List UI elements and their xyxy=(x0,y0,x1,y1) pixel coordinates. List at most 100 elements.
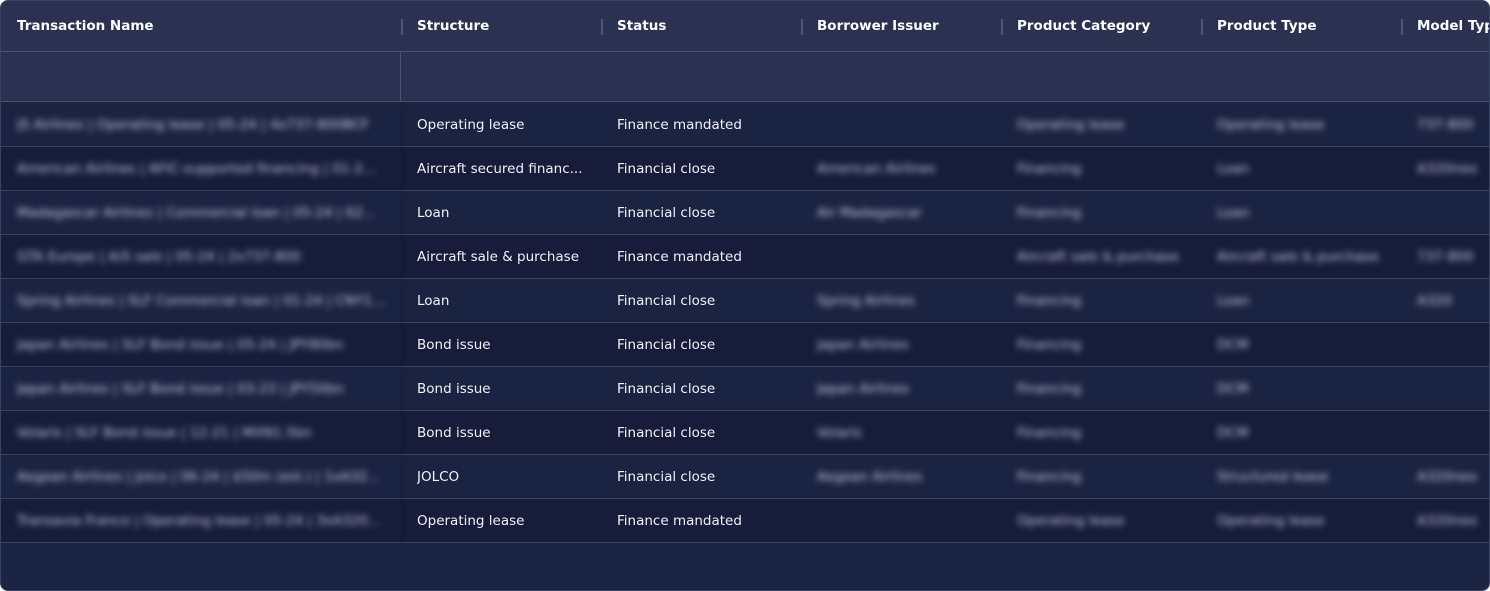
table-row[interactable]: Aegean Airlines | Jolco | 06-24 | $50m (… xyxy=(1,455,1489,499)
cell-model-type[interactable] xyxy=(1401,411,1489,454)
cell-borrower-issuer[interactable] xyxy=(801,499,1001,542)
cell-transaction-name[interactable]: GTA Europe | A/S sale | 05-24 | 2x737-80… xyxy=(1,235,401,278)
column-header-borrower-issuer[interactable]: Borrower Issuer xyxy=(801,1,1001,51)
cell-product-category[interactable]: Financing xyxy=(1001,147,1201,190)
cell-model-type[interactable]: 737-800 xyxy=(1401,235,1489,278)
cell-product-category[interactable]: Aircraft sale & purchase xyxy=(1001,235,1201,278)
column-header-transaction-name[interactable]: Transaction Name xyxy=(1,1,401,51)
column-resize-handle[interactable] xyxy=(401,19,403,35)
cell-status[interactable]: Finance mandated xyxy=(601,499,801,542)
cell-borrower-issuer[interactable]: Japan Airlines xyxy=(801,323,1001,366)
cell-status[interactable]: Finance mandated xyxy=(601,235,801,278)
cell-transaction-name[interactable]: Aegean Airlines | Jolco | 06-24 | $50m (… xyxy=(1,455,401,498)
filter-cell-transaction-name[interactable] xyxy=(1,52,401,101)
cell-product-type[interactable]: DCM xyxy=(1201,367,1401,410)
cell-borrower-issuer[interactable]: Air Madagascar xyxy=(801,191,1001,234)
cell-structure[interactable]: JOLCO xyxy=(401,455,601,498)
cell-product-category[interactable]: Operating lease xyxy=(1001,499,1201,542)
cell-model-type[interactable] xyxy=(1401,323,1489,366)
cell-product-type[interactable]: Operating lease xyxy=(1201,499,1401,542)
cell-structure[interactable]: Bond issue xyxy=(401,411,601,454)
cell-status[interactable]: Financial close xyxy=(601,455,801,498)
filter-cell-borrower-issuer[interactable] xyxy=(801,52,1001,101)
cell-structure[interactable]: Aircraft sale & purchase xyxy=(401,235,601,278)
cell-status[interactable]: Financial close xyxy=(601,367,801,410)
cell-product-type[interactable]: DCM xyxy=(1201,323,1401,366)
table-row[interactable]: Transavia France | Operating lease | 05-… xyxy=(1,499,1489,543)
cell-status[interactable]: Financial close xyxy=(601,279,801,322)
filter-cell-structure[interactable] xyxy=(401,52,601,101)
table-row[interactable]: Madagascar Airlines | Commercial loan | … xyxy=(1,191,1489,235)
cell-model-type[interactable] xyxy=(1401,367,1489,410)
column-header-structure[interactable]: Structure xyxy=(401,1,601,51)
column-resize-handle[interactable] xyxy=(1401,19,1403,35)
cell-product-type[interactable]: Aircraft sale & purchase xyxy=(1201,235,1401,278)
table-row[interactable]: Japan Airlines | SLF Bond issue | 03-23 … xyxy=(1,367,1489,411)
cell-product-type[interactable]: Operating lease xyxy=(1201,103,1401,146)
cell-structure[interactable]: Bond issue xyxy=(401,367,601,410)
cell-structure[interactable]: Aircraft secured financ... xyxy=(401,147,601,190)
cell-product-type[interactable]: Loan xyxy=(1201,279,1401,322)
cell-product-category[interactable]: Financing xyxy=(1001,279,1201,322)
table-row[interactable]: Volaris | SLF Bond issue | 12-21 | MXN1.… xyxy=(1,411,1489,455)
column-resize-handle[interactable] xyxy=(801,19,803,35)
cell-model-type[interactable]: A320neo xyxy=(1401,147,1489,190)
table-row[interactable]: Japan Airlines | SLF Bond issue | 05-24 … xyxy=(1,323,1489,367)
cell-status[interactable]: Financial close xyxy=(601,323,801,366)
cell-transaction-name[interactable]: Volaris | SLF Bond issue | 12-21 | MXN1.… xyxy=(1,411,401,454)
cell-status[interactable]: Financial close xyxy=(601,191,801,234)
cell-product-category[interactable]: Financing xyxy=(1001,323,1201,366)
cell-status[interactable]: Financial close xyxy=(601,411,801,454)
table-row[interactable]: American Airlines | AFIC-supported finan… xyxy=(1,147,1489,191)
column-resize-handle[interactable] xyxy=(1201,19,1203,35)
cell-product-type[interactable]: Loan xyxy=(1201,191,1401,234)
cell-borrower-issuer[interactable]: American Airlines xyxy=(801,147,1001,190)
cell-structure[interactable]: Operating lease xyxy=(401,103,601,146)
cell-borrower-issuer[interactable]: Japan Airlines xyxy=(801,367,1001,410)
column-header-product-type[interactable]: Product Type xyxy=(1201,1,1401,51)
cell-structure[interactable]: Bond issue xyxy=(401,323,601,366)
cell-model-type[interactable] xyxy=(1401,191,1489,234)
cell-product-type[interactable]: Loan xyxy=(1201,147,1401,190)
cell-transaction-name[interactable]: Transavia France | Operating lease | 05-… xyxy=(1,499,401,542)
cell-model-type[interactable]: A320 xyxy=(1401,279,1489,322)
cell-borrower-issuer[interactable]: Spring Airlines xyxy=(801,279,1001,322)
cell-structure[interactable]: Operating lease xyxy=(401,499,601,542)
cell-borrower-issuer[interactable] xyxy=(801,235,1001,278)
table-row[interactable]: GTA Europe | A/S sale | 05-24 | 2x737-80… xyxy=(1,235,1489,279)
cell-product-category[interactable]: Financing xyxy=(1001,411,1201,454)
filter-cell-status[interactable] xyxy=(601,52,801,101)
cell-transaction-name[interactable]: Japan Airlines | SLF Bond issue | 03-23 … xyxy=(1,367,401,410)
cell-product-category[interactable]: Operating lease xyxy=(1001,103,1201,146)
cell-product-type[interactable]: DCM xyxy=(1201,411,1401,454)
cell-status[interactable]: Finance mandated xyxy=(601,103,801,146)
filter-cell-product-category[interactable] xyxy=(1001,52,1201,101)
cell-product-category[interactable]: Financing xyxy=(1001,367,1201,410)
cell-transaction-name[interactable]: JS Airlines | Operating lease | 05-24 | … xyxy=(1,103,401,146)
cell-model-type[interactable]: A320neo xyxy=(1401,455,1489,498)
cell-transaction-name[interactable]: Spring Airlines | SLF Commercial loan | … xyxy=(1,279,401,322)
filter-cell-model-type[interactable] xyxy=(1401,52,1489,101)
cell-model-type[interactable]: 737-800 xyxy=(1401,103,1489,146)
cell-borrower-issuer[interactable] xyxy=(801,103,1001,146)
table-row[interactable]: Spring Airlines | SLF Commercial loan | … xyxy=(1,279,1489,323)
column-header-status[interactable]: Status xyxy=(601,1,801,51)
column-header-model-type[interactable]: Model Typ xyxy=(1401,1,1489,51)
cell-product-type[interactable]: Structured lease xyxy=(1201,455,1401,498)
column-resize-handle[interactable] xyxy=(1001,19,1003,35)
cell-transaction-name[interactable]: Japan Airlines | SLF Bond issue | 05-24 … xyxy=(1,323,401,366)
table-row[interactable]: JS Airlines | Operating lease | 05-24 | … xyxy=(1,103,1489,147)
cell-product-category[interactable]: Financing xyxy=(1001,455,1201,498)
cell-borrower-issuer[interactable]: Aegean Airlines xyxy=(801,455,1001,498)
cell-structure[interactable]: Loan xyxy=(401,191,601,234)
cell-structure[interactable]: Loan xyxy=(401,279,601,322)
cell-product-category[interactable]: Financing xyxy=(1001,191,1201,234)
cell-status[interactable]: Financial close xyxy=(601,147,801,190)
cell-transaction-name[interactable]: Madagascar Airlines | Commercial loan | … xyxy=(1,191,401,234)
cell-transaction-name[interactable]: American Airlines | AFIC-supported finan… xyxy=(1,147,401,190)
column-header-product-category[interactable]: Product Category xyxy=(1001,1,1201,51)
cell-model-type[interactable]: A320neo xyxy=(1401,499,1489,542)
cell-borrower-issuer[interactable]: Volaris xyxy=(801,411,1001,454)
filter-cell-product-type[interactable] xyxy=(1201,52,1401,101)
column-resize-handle[interactable] xyxy=(601,19,603,35)
